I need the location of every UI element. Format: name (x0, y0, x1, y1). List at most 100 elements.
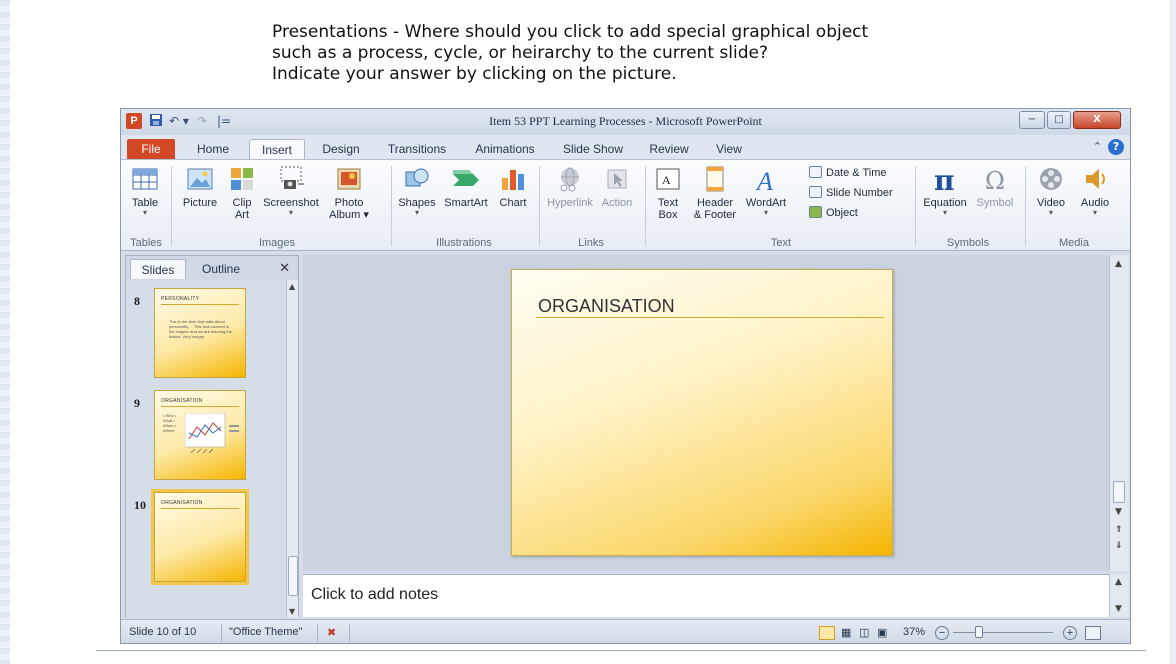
tab-view[interactable]: View (705, 139, 753, 159)
wordart-button[interactable]: A WordArt ▾ (743, 164, 789, 217)
svg-text:Ω: Ω (985, 167, 1005, 194)
group-label-illustrations: Illustrations (436, 237, 492, 249)
scrollbar-thumb[interactable] (1113, 481, 1125, 503)
close-button[interactable]: X (1073, 111, 1121, 129)
photo-album-button[interactable]: Photo Album ▾ (321, 164, 377, 221)
screenshot-button[interactable]: Screenshot ▾ (261, 164, 321, 217)
slide-sorter-icon[interactable]: ▦ (841, 626, 851, 639)
notes-pane[interactable]: Click to add notes (303, 574, 1109, 617)
minimize-button[interactable]: − (1019, 111, 1045, 129)
chevron-down-icon: ▾ (1092, 208, 1097, 217)
text-box-button[interactable]: A Text Box (651, 164, 685, 221)
shapes-button[interactable]: Shapes ▾ (397, 164, 437, 217)
scrollbar-thumb[interactable] (288, 556, 298, 596)
tab-design[interactable]: Design (313, 139, 369, 159)
clip-art-button[interactable]: Clip Art (225, 164, 259, 221)
thumb-divider (161, 508, 239, 509)
chevron-down-icon: ▾ (414, 208, 419, 217)
header-footer-icon (706, 166, 724, 192)
equation-button[interactable]: π Equation ▾ (919, 164, 971, 217)
notes-scrollbar[interactable]: ▲ ▼ (1109, 574, 1129, 617)
smartart-button[interactable]: SmartArt (439, 164, 493, 209)
tab-animations[interactable]: Animations (465, 139, 545, 159)
speaker-icon (1086, 169, 1105, 189)
shapes-icon (405, 168, 429, 187)
normal-view-icon[interactable] (819, 626, 835, 640)
hyperlink-button[interactable]: Hyperlink (545, 164, 595, 209)
picture-button[interactable]: Picture (177, 164, 223, 209)
audio-button[interactable]: Audio ▾ (1075, 164, 1115, 217)
fit-to-window-icon[interactable] (1085, 626, 1101, 640)
zoom-slider[interactable] (953, 632, 1053, 633)
scroll-down-icon[interactable]: ▼ (1115, 507, 1122, 517)
thumb-divider (161, 304, 239, 305)
collapse-ribbon-icon[interactable]: ⌃ (1093, 140, 1102, 153)
chart-button[interactable]: Chart (495, 164, 531, 209)
reading-view-icon[interactable]: ◫ (859, 626, 869, 639)
clip-art-label-1: Clip (232, 197, 252, 209)
film-reel-icon (1040, 168, 1062, 190)
tab-file[interactable]: File (127, 139, 175, 159)
slide-number-button[interactable]: Slide Number (809, 186, 893, 200)
group-divider (915, 166, 916, 246)
zoom-level[interactable]: 37% (903, 626, 925, 638)
slide-editing-area[interactable]: ORGANISATION (303, 255, 1109, 571)
photo-album-icon (337, 168, 361, 190)
theme-name[interactable]: "Office Theme" (229, 626, 302, 638)
group-divider (391, 166, 392, 246)
help-icon[interactable]: ? (1108, 139, 1124, 155)
notes-placeholder[interactable]: Click to add notes (311, 586, 438, 604)
scroll-down-icon[interactable]: ▼ (1115, 604, 1122, 614)
zoom-slider-thumb[interactable] (975, 626, 983, 638)
tab-slides[interactable]: Slides (130, 259, 186, 279)
scroll-up-icon[interactable]: ▲ (1115, 259, 1122, 269)
group-divider (1025, 166, 1026, 246)
scroll-up-icon[interactable]: ▲ (289, 282, 295, 291)
tab-transitions[interactable]: Transitions (377, 139, 457, 159)
group-divider (539, 166, 540, 246)
chart-label: Chart (499, 197, 527, 209)
next-slide-icon[interactable]: ⇓ (1115, 541, 1123, 551)
slide-show-icon[interactable]: ▣ (877, 626, 887, 639)
symbol-label: Symbol (976, 197, 1014, 209)
tab-home[interactable]: Home (185, 139, 241, 159)
tab-insert[interactable]: Insert (249, 139, 305, 159)
header-footer-button[interactable]: Header & Footer (689, 164, 741, 221)
clip-art-icon (231, 168, 253, 190)
table-icon (132, 168, 158, 190)
scroll-down-icon[interactable]: ▼ (289, 607, 295, 616)
action-button[interactable]: Action (597, 164, 637, 209)
tab-review[interactable]: Review (641, 139, 697, 159)
action-label: Action (601, 197, 633, 209)
table-button[interactable]: Table ▾ (127, 164, 163, 217)
maximize-button[interactable]: □ (1047, 111, 1071, 129)
slide-number-label: Slide Number (826, 187, 893, 199)
spell-check-icon[interactable]: ✖ (327, 626, 336, 639)
window-title: Item 53 PPT Learning Processes - Microso… (489, 114, 762, 128)
date-time-button[interactable]: Date & Time (809, 166, 887, 180)
header-footer-label-1: Header (696, 197, 734, 209)
slides-pane-scrollbar[interactable]: ▲ ▼ (286, 280, 298, 618)
object-button[interactable]: Object (809, 206, 858, 220)
question-text: Presentations - Where should you click t… (272, 22, 972, 85)
zoom-in-button[interactable]: + (1063, 626, 1077, 640)
current-slide[interactable]: ORGANISATION (511, 269, 893, 556)
symbol-button[interactable]: Ω Symbol (973, 164, 1017, 209)
scroll-up-icon[interactable]: ▲ (1115, 577, 1122, 587)
slide-scrollbar[interactable]: ▲ ▼ ⇑ ⇓ (1109, 255, 1129, 571)
group-label-tables: Tables (130, 237, 162, 249)
action-icon (607, 169, 627, 189)
chevron-down-icon: ▾ (288, 208, 293, 217)
group-divider (645, 166, 646, 246)
group-label-images: Images (258, 237, 296, 249)
tab-outline[interactable]: Outline (190, 259, 252, 279)
tab-slide-show[interactable]: Slide Show (553, 139, 633, 159)
zoom-out-button[interactable]: − (935, 626, 949, 640)
video-button[interactable]: Video ▾ (1031, 164, 1071, 217)
close-pane-icon[interactable]: ✕ (279, 261, 290, 276)
header-footer-label-2: & Footer (693, 209, 737, 221)
slide-title[interactable]: ORGANISATION (538, 296, 675, 317)
chevron-down-icon: ▾ (1048, 208, 1053, 217)
chevron-down-icon: ▾ (763, 208, 768, 217)
previous-slide-icon[interactable]: ⇑ (1115, 525, 1123, 535)
